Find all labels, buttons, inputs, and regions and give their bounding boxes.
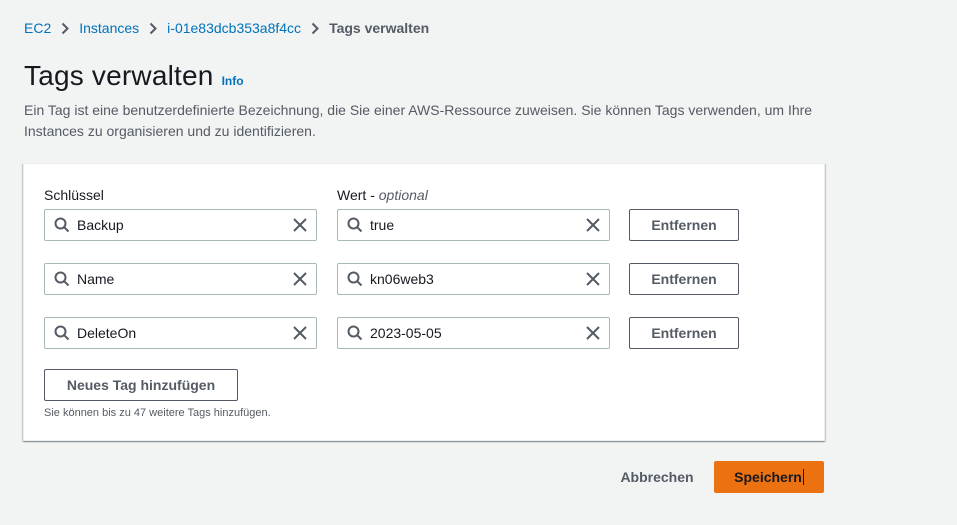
page-description: Ein Tag ist eine benutzerdefinierte Beze… xyxy=(24,102,813,139)
tag-editor-panel: Schlüssel Wert - optional Backup true En… xyxy=(23,163,825,441)
remove-tag-button[interactable]: Entfernen xyxy=(629,263,739,295)
cancel-button[interactable]: Abbrechen xyxy=(610,461,704,493)
save-button[interactable]: Speichern xyxy=(714,461,824,493)
tag-value-input[interactable]: 2023-05-05 xyxy=(337,317,610,349)
chevron-right-icon xyxy=(51,22,79,35)
value-label-text: Wert xyxy=(337,187,367,203)
value-optional-label: optional xyxy=(378,187,428,203)
key-column-label: Schlüssel xyxy=(44,187,104,203)
chevron-right-icon xyxy=(301,22,329,35)
tag-value-input[interactable]: true xyxy=(337,209,610,241)
close-icon[interactable] xyxy=(284,326,316,340)
close-icon[interactable] xyxy=(284,272,316,286)
breadcrumb-instances[interactable]: Instances xyxy=(79,20,139,36)
page-header: Tags verwalten Info xyxy=(24,60,244,92)
search-icon xyxy=(45,325,77,341)
search-icon xyxy=(338,217,370,233)
close-icon[interactable] xyxy=(577,218,609,232)
search-icon xyxy=(45,217,77,233)
tag-row: Name kn06web3 Entfernen xyxy=(24,263,824,295)
tag-value-value: true xyxy=(370,217,395,233)
tag-key-input[interactable]: Backup xyxy=(44,209,317,241)
tag-value-value: kn06web3 xyxy=(370,271,434,287)
close-icon[interactable] xyxy=(577,272,609,286)
chevron-right-icon xyxy=(139,22,167,35)
search-icon xyxy=(338,271,370,287)
text-cursor xyxy=(802,469,804,485)
breadcrumb-ec2[interactable]: EC2 xyxy=(24,20,51,36)
tag-row: DeleteOn 2023-05-05 Entfernen xyxy=(24,317,824,349)
page-title: Tags verwalten xyxy=(24,60,214,91)
manage-tags-page: EC2 Instances i-01e83dcb353a8f4cc Tags v… xyxy=(0,0,957,525)
tag-value-value: 2023-05-05 xyxy=(370,325,442,341)
search-icon xyxy=(338,325,370,341)
tag-key-input[interactable]: Name xyxy=(44,263,317,295)
search-icon xyxy=(45,271,77,287)
tag-key-value: Backup xyxy=(77,217,124,233)
add-tag-button[interactable]: Neues Tag hinzufügen xyxy=(44,369,238,401)
save-button-label: Speichern xyxy=(734,469,802,485)
tag-key-value: Name xyxy=(77,271,115,287)
tag-key-value: DeleteOn xyxy=(77,325,137,341)
close-icon[interactable] xyxy=(577,326,609,340)
value-column-label: Wert - optional xyxy=(337,187,428,203)
breadcrumb-current: Tags verwalten xyxy=(329,20,430,36)
breadcrumb: EC2 Instances i-01e83dcb353a8f4cc Tags v… xyxy=(24,19,429,37)
tag-value-input[interactable]: kn06web3 xyxy=(337,263,610,295)
remaining-tags-hint: Sie können bis zu 47 weitere Tags hinzuf… xyxy=(44,407,271,419)
info-link[interactable]: Info xyxy=(222,74,244,88)
tag-key-input[interactable]: DeleteOn xyxy=(44,317,317,349)
close-icon[interactable] xyxy=(284,218,316,232)
remove-tag-button[interactable]: Entfernen xyxy=(629,317,739,349)
breadcrumb-instance-id[interactable]: i-01e83dcb353a8f4cc xyxy=(167,20,301,36)
tag-row: Backup true Entfernen xyxy=(24,209,824,241)
remove-tag-button[interactable]: Entfernen xyxy=(629,209,739,241)
